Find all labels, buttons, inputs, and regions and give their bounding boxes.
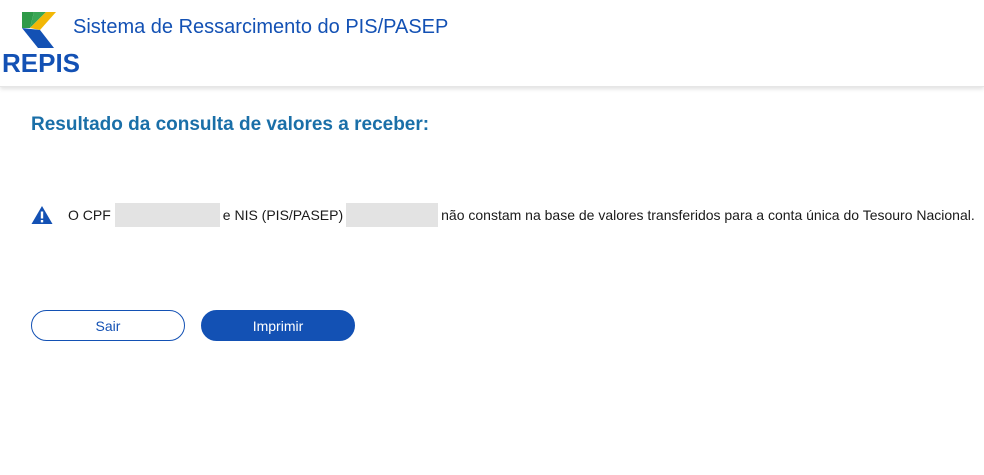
alert-text-suffix: não constam na base de valores transferi… bbox=[441, 207, 975, 223]
system-title: Sistema de Ressarcimento do PIS/PASEP bbox=[73, 16, 449, 38]
page-heading: Resultado da consulta de valores a receb… bbox=[31, 114, 430, 135]
alert-text-middle: e NIS (PIS/PASEP) bbox=[222, 207, 344, 223]
warning-triangle-icon bbox=[31, 206, 53, 224]
redacted-cpf-value bbox=[114, 203, 220, 227]
repis-logo-mark-icon bbox=[22, 12, 56, 48]
repis-logo[interactable]: REPIS bbox=[2, 10, 80, 78]
print-button[interactable]: Imprimir bbox=[201, 310, 355, 341]
redacted-nis-value bbox=[346, 203, 439, 227]
exit-button[interactable]: Sair bbox=[31, 310, 185, 341]
logo-text: REPIS bbox=[2, 48, 81, 78]
alert-text-prefix: O CPF bbox=[68, 207, 111, 223]
app-header: REPIS Sistema de Ressarcimento do PIS/PA… bbox=[0, 0, 984, 87]
alert-message: O CPF e NIS (PIS/PASEP) não constam na b… bbox=[31, 201, 975, 229]
